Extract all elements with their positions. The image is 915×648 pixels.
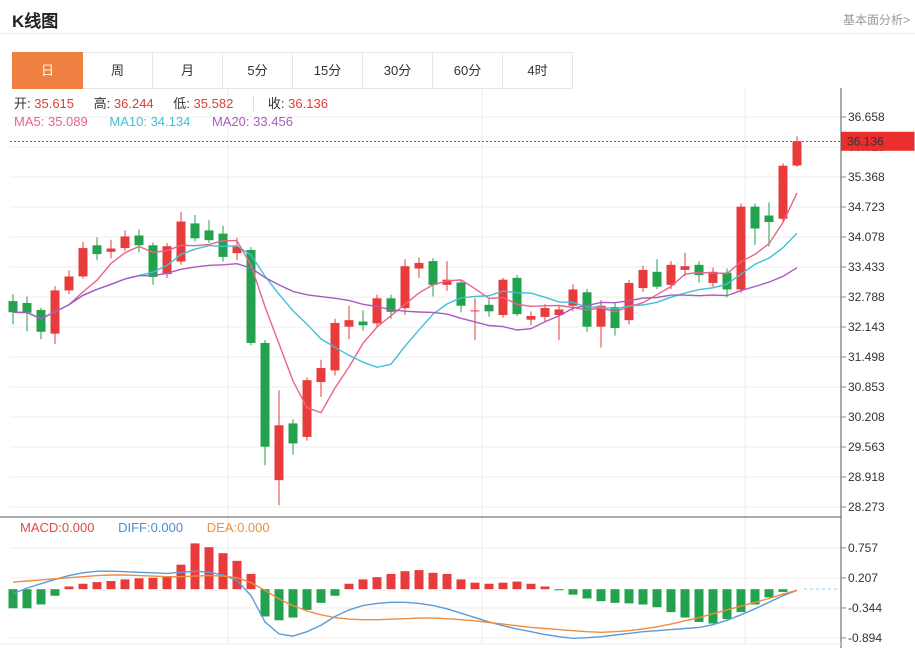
high-value: 36.244 bbox=[114, 96, 154, 111]
low-value: 35.582 bbox=[194, 96, 234, 111]
ma-row: MA5: 35.089 MA10: 34.134 MA20: 33.456 bbox=[14, 114, 311, 129]
svg-text:-0.344: -0.344 bbox=[848, 601, 882, 615]
svg-text:30.853: 30.853 bbox=[848, 380, 885, 394]
tab-4hour[interactable]: 4时 bbox=[503, 52, 573, 89]
ma5-group: MA5: 35.089 bbox=[14, 114, 88, 129]
ma10-value: 34.134 bbox=[151, 114, 191, 129]
fundamental-analysis-link[interactable]: 基本面分析> bbox=[843, 11, 910, 28]
tab-30min[interactable]: 30分 bbox=[363, 52, 433, 89]
kline-page: K线图 基本面分析> 日 周 月 5分 15分 30分 60分 4时 36.65… bbox=[0, 0, 915, 648]
svg-text:28.918: 28.918 bbox=[848, 470, 885, 484]
low-group: 低: 35.582 bbox=[173, 96, 233, 111]
svg-text:31.498: 31.498 bbox=[848, 350, 885, 364]
tab-month[interactable]: 月 bbox=[153, 52, 223, 89]
ohlc-row: 开: 35.615 高: 36.244 低: 35.582 收: 36.136 bbox=[14, 93, 344, 112]
ma20-value: 33.456 bbox=[253, 114, 293, 129]
ma5-label: MA5: bbox=[14, 114, 44, 129]
svg-text:28.273: 28.273 bbox=[848, 500, 885, 514]
diff-group: DIFF:0.000 bbox=[118, 520, 183, 535]
high-label: 高: bbox=[94, 96, 111, 111]
macd-group: MACD:0.000 bbox=[20, 520, 94, 535]
macd-indicator-row: MACD:0.000 DIFF:0.000 DEA:0.000 bbox=[20, 520, 290, 535]
svg-text:30.208: 30.208 bbox=[848, 410, 885, 424]
high-group: 高: 36.244 bbox=[94, 96, 154, 111]
header-divider bbox=[0, 33, 915, 34]
svg-text:36.136: 36.136 bbox=[847, 134, 884, 148]
svg-text:32.788: 32.788 bbox=[848, 290, 885, 304]
svg-text:35.368: 35.368 bbox=[848, 170, 885, 184]
open-group: 开: 35.615 bbox=[14, 96, 74, 111]
tab-day[interactable]: 日 bbox=[12, 52, 83, 89]
macd-label: MACD: bbox=[20, 520, 62, 535]
svg-text:32.143: 32.143 bbox=[848, 320, 885, 334]
close-label: 收: bbox=[268, 96, 285, 111]
tab-week[interactable]: 周 bbox=[83, 52, 153, 89]
kline-chart-area: 36.65836.01335.36834.72334.07833.43332.7… bbox=[0, 88, 915, 648]
diff-label: DIFF: bbox=[118, 520, 151, 535]
ma20-group: MA20: 33.456 bbox=[212, 114, 293, 129]
tab-15min[interactable]: 15分 bbox=[293, 52, 363, 89]
ma10-label: MA10: bbox=[109, 114, 147, 129]
dea-group: DEA:0.000 bbox=[207, 520, 270, 535]
close-value: 36.136 bbox=[288, 96, 328, 111]
period-tabs: 日 周 月 5分 15分 30分 60分 4时 bbox=[12, 52, 573, 89]
macd-value: 0.000 bbox=[62, 520, 95, 535]
svg-text:33.433: 33.433 bbox=[848, 260, 885, 274]
kline-chart-canvas[interactable]: 36.65836.01335.36834.72334.07833.43332.7… bbox=[0, 88, 915, 648]
svg-text:0.757: 0.757 bbox=[848, 541, 878, 555]
svg-text:36.658: 36.658 bbox=[848, 110, 885, 124]
svg-text:29.563: 29.563 bbox=[848, 440, 885, 454]
tab-60min[interactable]: 60分 bbox=[433, 52, 503, 89]
close-group: 收: 36.136 bbox=[253, 96, 328, 111]
open-label: 开: bbox=[14, 96, 31, 111]
open-value: 35.615 bbox=[34, 96, 74, 111]
diff-value: 0.000 bbox=[151, 520, 184, 535]
ma20-label: MA20: bbox=[212, 114, 250, 129]
svg-text:34.723: 34.723 bbox=[848, 200, 885, 214]
dea-value: 0.000 bbox=[237, 520, 270, 535]
ma5-value: 35.089 bbox=[48, 114, 88, 129]
low-label: 低: bbox=[173, 96, 190, 111]
page-title: K线图 bbox=[12, 7, 58, 32]
svg-text:0.207: 0.207 bbox=[848, 571, 878, 585]
dea-label: DEA: bbox=[207, 520, 237, 535]
svg-text:-0.894: -0.894 bbox=[848, 631, 882, 645]
ma10-group: MA10: 34.134 bbox=[109, 114, 190, 129]
tab-5min[interactable]: 5分 bbox=[223, 52, 293, 89]
svg-text:34.078: 34.078 bbox=[848, 230, 885, 244]
